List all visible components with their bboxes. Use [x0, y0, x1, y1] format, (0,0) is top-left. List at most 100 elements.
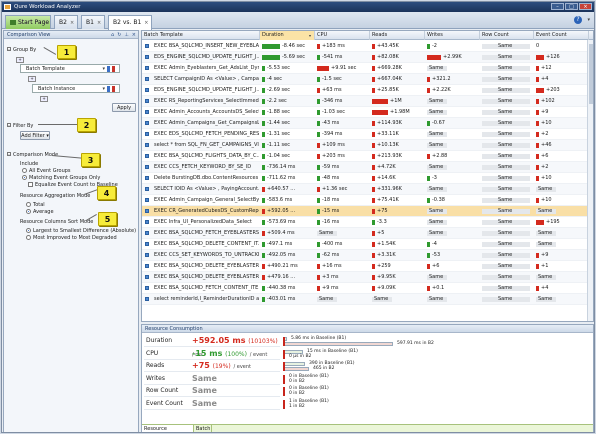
ec-cell: +2	[541, 131, 549, 137]
remove-icon[interactable]	[112, 86, 115, 92]
sort-most-improved-radio[interactable]: Most Improved to Most Degraded	[26, 235, 117, 241]
table-row[interactable]: EXEC BSA_SQLCMD_DELETE_CONTENT_IT... -497…	[142, 239, 593, 250]
minimize-button[interactable]: –	[551, 3, 564, 10]
radio-icon[interactable]	[26, 209, 31, 214]
radio-icon[interactable]	[26, 235, 31, 240]
column-header-reads[interactable]: Reads	[370, 31, 425, 40]
table-row[interactable]: EXEC BSA_SQLCMD_DELETE_EYEBLASTER... +490…	[142, 261, 593, 272]
table-row[interactable]: EXEC CCS_FETCH_KEYWORD_BY_SE_ID -736.14 m…	[142, 162, 593, 173]
metric-delta: Same	[192, 398, 217, 408]
table-row[interactable]: EXEC BSA_SQLCMD_DELETE_EYEBLASTER_... +47…	[142, 272, 593, 283]
rc-cell: Same	[498, 208, 513, 214]
help-dropdown-icon[interactable]: ▾	[587, 17, 590, 23]
table-row[interactable]: SELECT CampaignID As <Value> , Campaig..…	[142, 74, 593, 85]
aggregation-label: Resource Aggregation Mode	[20, 193, 91, 199]
ec-cell: +102	[541, 98, 555, 104]
degradation-bar	[262, 209, 265, 214]
add-filter-button[interactable]: Add Filter ▾	[20, 131, 50, 140]
include-all-radio[interactable]: All Event Groups	[22, 168, 71, 174]
radio-icon[interactable]	[22, 175, 27, 180]
table-row[interactable]: select reminderId,I_ReminderDurationID a…	[142, 294, 593, 305]
collapse-icon[interactable]: -	[7, 47, 11, 52]
aggregation-average-radio[interactable]: Average	[26, 209, 54, 215]
refresh-icon[interactable]: ↻	[117, 31, 121, 39]
column-header-event-count[interactable]: Event Count	[534, 31, 589, 40]
collapse-icon[interactable]: -	[7, 123, 11, 128]
table-row[interactable]: EXEC Admin_Campaigns_Get_CampaignsList -1…	[142, 118, 593, 129]
tab-b2-vs-b1[interactable]: B2 vs. B1 ×	[108, 15, 152, 30]
radio-icon[interactable]	[22, 168, 27, 173]
include-matching-radio[interactable]: Matching Event Groups Only	[22, 175, 100, 181]
dropdown-arrow-icon[interactable]: ▾	[102, 85, 105, 93]
table-row[interactable]: EXEC RS_ReportingServices_SelectImmedia.…	[142, 96, 593, 107]
table-row[interactable]: EXEC CR_GeneratedCubesDS_CustomRepor +592…	[142, 206, 593, 217]
close-tab-icon[interactable]: ×	[70, 20, 74, 26]
checkbox-icon[interactable]	[28, 182, 33, 187]
move-icon[interactable]	[107, 86, 110, 92]
move-icon[interactable]	[107, 66, 110, 72]
table-row[interactable]: select * from SQL_FN_GET_CAMPAIGNS_VI...…	[142, 140, 593, 151]
tab-label: B1	[86, 19, 94, 26]
dropdown-arrow-icon[interactable]: ▾	[102, 65, 105, 73]
grid-scrollbar[interactable]	[587, 40, 593, 321]
tab-b1[interactable]: B1 ×	[81, 15, 105, 29]
close-icon[interactable]: ×	[132, 31, 136, 39]
aggregation-total-radio[interactable]: Total	[26, 202, 45, 208]
ec-cell: +12	[541, 65, 552, 71]
table-row[interactable]: EXEC BSA_SQLCMD_FETCH_EYEBLASTERS... +509…	[142, 228, 593, 239]
collapse-icon[interactable]: -	[7, 152, 11, 157]
column-header-batch-template[interactable]: Batch Template	[142, 31, 260, 40]
remove-icon[interactable]	[112, 66, 115, 72]
close-button[interactable]: ×	[579, 3, 592, 10]
rc-cell: Same	[498, 120, 513, 126]
table-row[interactable]: EDS_ENGINE_SQLCMD_UPDATE_FLIGHT_J... -5.6…	[142, 52, 593, 63]
table-row[interactable]: EXEC BSA_SQLCMD_FETCH_CONTENT_ITE... -440…	[142, 283, 593, 294]
improvement-bar	[262, 286, 265, 291]
batch-icon	[145, 55, 149, 59]
tab-resource-consumption[interactable]: Resource Consumption	[142, 425, 194, 432]
group-item-batch-instance[interactable]: Batch Instance ▾	[32, 84, 120, 93]
tab-b2[interactable]: B2 ×	[54, 15, 78, 29]
add-subgroup-button[interactable]: +	[28, 76, 36, 82]
maximize-button[interactable]: □	[565, 3, 578, 10]
table-row[interactable]: SELECT IOID As <Value> , PayingAccount..…	[142, 184, 593, 195]
table-row[interactable]: EXEC Infra_UI_PersonalizedData_Select -57…	[142, 217, 593, 228]
table-row[interactable]: EXEC Admin_Accounts_AccountsDS_Select -1.…	[142, 107, 593, 118]
radio-icon[interactable]	[26, 228, 31, 233]
column-header-cpu[interactable]: CPU	[315, 31, 370, 40]
table-row[interactable]: EXEC CCS_SET_KEYWORDS_TO_UNTRACKED... -49…	[142, 250, 593, 261]
filter-by-section: - Filter By	[7, 123, 33, 129]
group-item-batch-template[interactable]: Batch Template ▾	[20, 64, 120, 73]
section-title: Filter By	[13, 123, 34, 129]
tab-batch[interactable]: Batch	[194, 425, 212, 432]
table-row[interactable]: EXEC Admin_Eyeblasters_Get_AdsList_Dyna.…	[142, 63, 593, 74]
sort-largest-radio[interactable]: Largest to Smallest Difference (Absolute…	[26, 228, 136, 234]
close-tab-icon[interactable]: ×	[97, 20, 101, 26]
close-tab-icon[interactable]: ×	[144, 20, 148, 26]
home-icon[interactable]: ⌂	[111, 31, 114, 39]
improvement-bar	[372, 220, 375, 225]
table-row[interactable]: Delete BurstingDB.dbo.ContentResources (…	[142, 173, 593, 184]
callout-3: 3	[81, 153, 100, 167]
table-row[interactable]: EXEC Admin_Campaign_General_SelectByA...…	[142, 195, 593, 206]
improvement-bar	[262, 66, 265, 71]
metric-row: Row Count Same	[144, 385, 280, 397]
table-row[interactable]: EXEC BSA_SQLCMD_FLIGHTS_DATA_BY_C... -1.0…	[142, 151, 593, 162]
add-subgroup-button[interactable]: +	[40, 96, 48, 102]
scrollbar-thumb[interactable]	[589, 44, 593, 104]
table-row[interactable]: EDS_ENGINE_SQLCMD_UPDATE_FLIGHT_J... -2.6…	[142, 85, 593, 96]
apply-button[interactable]: Apply	[112, 103, 136, 112]
radio-icon[interactable]	[26, 202, 31, 207]
dur-cell: -1.31 sec	[267, 131, 290, 137]
column-header-duration[interactable]: Duration ▾	[260, 31, 315, 40]
table-row[interactable]: EXEC EDS_SQLCMD_FETCH_PENDING_RES... -1.3…	[142, 129, 593, 140]
pin-icon[interactable]: ⊥	[124, 31, 128, 39]
add-group-button[interactable]: +	[16, 57, 24, 63]
batch-template-cell: SELECT CampaignID As <Value> , Campaig..…	[154, 76, 259, 82]
column-header-writes[interactable]: Writes	[425, 31, 480, 40]
rc-cell: Same	[498, 43, 513, 49]
tab-start-page[interactable]: Start Page	[5, 15, 51, 29]
help-icon[interactable]: ?	[574, 16, 582, 24]
table-row[interactable]: EXEC BSA_SQLCMD_INSERT_NEW_EYEBLA... -8.4…	[142, 41, 593, 52]
column-header-row-count[interactable]: Row Count	[480, 31, 534, 40]
